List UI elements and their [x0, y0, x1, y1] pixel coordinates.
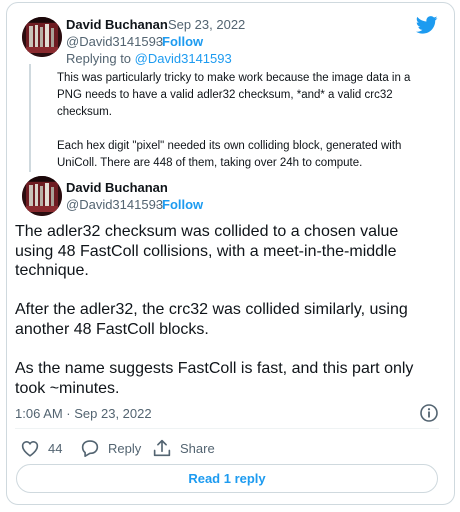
tweet-timestamp[interactable]: 1:06 AM · Sep 23, 2022 — [15, 406, 152, 421]
like-count: 44 — [48, 440, 63, 456]
heart-icon — [21, 441, 39, 457]
avatar-image — [22, 176, 62, 216]
replying-prefix: Replying to — [66, 51, 132, 66]
twitter-bird-icon[interactable] — [416, 16, 438, 34]
avatar[interactable] — [22, 176, 62, 216]
avatar[interactable] — [22, 17, 62, 57]
separator-dot: · — [155, 197, 160, 212]
share-action[interactable]: Share — [152, 438, 215, 458]
author-handle[interactable]: @David3141593 — [66, 34, 163, 49]
info-icon[interactable] — [419, 403, 439, 423]
like-action[interactable]: 44 — [20, 438, 62, 458]
divider — [15, 428, 439, 429]
tweet-date[interactable]: · Sep 23, 2022 — [160, 17, 245, 32]
reply-label: Reply — [108, 440, 142, 456]
reply-tweet-text: This was particularly tricky to make wor… — [57, 72, 411, 169]
author-name[interactable]: David Buchanan — [66, 17, 168, 32]
read-replies-button[interactable]: Read 1 reply — [16, 464, 438, 493]
share-icon — [153, 439, 171, 457]
replying-to: Replying to @David3141593 — [66, 51, 232, 66]
reply-action[interactable]: Reply — [80, 438, 141, 458]
author-name[interactable]: David Buchanan — [66, 180, 168, 195]
speech-bubble-icon — [81, 440, 99, 457]
share-label: Share — [180, 440, 215, 456]
author-handle[interactable]: @David3141593 — [66, 197, 163, 212]
follow-button[interactable]: Follow — [162, 34, 203, 49]
follow-button[interactable]: Follow — [162, 197, 203, 212]
thread-connector-line — [29, 64, 31, 172]
avatar-image — [22, 17, 62, 57]
replying-handle-link[interactable]: @David3141593 — [135, 51, 232, 66]
separator-dot: · — [155, 34, 160, 49]
main-tweet-text: The adler32 checksum was collided to a c… — [15, 223, 414, 397]
